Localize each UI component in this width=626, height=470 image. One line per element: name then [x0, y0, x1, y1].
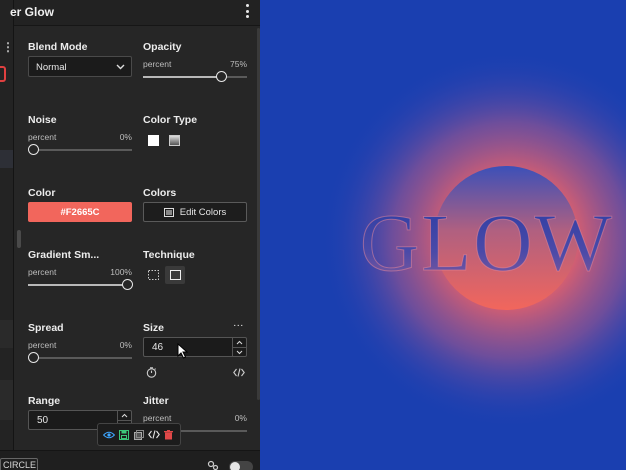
opacity-unit: percent [143, 59, 172, 69]
layers-strip: ⋮ [0, 0, 14, 470]
technique-precise-button[interactable] [165, 266, 185, 284]
technique-precise-icon [169, 270, 181, 280]
code-icon[interactable] [233, 368, 245, 377]
app-root: ⋮ er Glow Blend Mode Normal Opacity perc… [0, 0, 626, 470]
size-label: Size [143, 322, 165, 334]
floating-layer-toolbar [97, 423, 181, 446]
blend-mode-label: Blend Mode [28, 41, 88, 53]
solid-color-icon [147, 134, 159, 146]
strip-kebab-icon[interactable]: ⋮ [2, 40, 14, 54]
color-type-gradient-button[interactable] [165, 131, 183, 149]
gradient-smoothness-value: 100% [110, 267, 132, 277]
range-value: 50 [37, 415, 49, 426]
noise-unit: percent [28, 132, 57, 142]
noise-label: Noise [28, 114, 57, 126]
blend-mode-value: Normal [36, 62, 67, 73]
glow-artwork: GLOW [320, 50, 626, 430]
opacity-slider-thumb[interactable] [216, 71, 227, 82]
jitter-unit: percent [143, 413, 172, 423]
size-more-options-button[interactable]: ··· [233, 319, 244, 331]
strip-row[interactable] [0, 320, 13, 348]
color-hex-value: #F2665C [60, 206, 100, 218]
spread-value: 0% [119, 340, 132, 350]
strip-selected-row[interactable] [0, 150, 13, 168]
glow-text: GLOW [360, 197, 614, 288]
noise-slider[interactable] [28, 144, 132, 156]
color-hex-button[interactable]: #F2665C [28, 202, 132, 222]
settings-icon[interactable] [207, 460, 219, 470]
panel-title: er Glow [10, 5, 55, 19]
opacity-label: Opacity [143, 41, 182, 53]
size-input[interactable]: 46 [143, 337, 247, 357]
technique-softer-icon [147, 270, 159, 280]
color-type-solid-button[interactable] [144, 131, 162, 149]
save-icon [119, 429, 130, 440]
edit-colors-label: Edit Colors [179, 206, 227, 218]
spread-slider-thumb[interactable] [28, 352, 39, 363]
mouse-cursor-icon [177, 343, 189, 359]
edit-colors-button[interactable]: Edit Colors [143, 202, 247, 222]
colors-label: Colors [143, 187, 177, 199]
gradient-smoothness-slider[interactable] [28, 279, 133, 291]
panel-header: er Glow [10, 0, 260, 26]
strip-row[interactable] [0, 380, 13, 420]
circle-shape-button[interactable]: CIRCLE [0, 458, 38, 470]
bottom-bar [0, 450, 260, 470]
gradient-smoothness-slider-thumb[interactable] [122, 279, 133, 290]
size-decrement-button[interactable] [233, 347, 246, 356]
gradient-color-icon [168, 134, 180, 146]
save-button[interactable] [117, 428, 131, 442]
range-increment-button[interactable] [118, 411, 131, 420]
size-value: 46 [152, 342, 164, 353]
noise-slider-thumb[interactable] [28, 144, 39, 155]
preview-toggle[interactable] [229, 461, 253, 470]
spread-unit: percent [28, 340, 57, 350]
delete-icon [164, 429, 174, 439]
technique-softer-button[interactable] [143, 266, 163, 284]
chevron-down-icon [116, 64, 125, 70]
visibility-button[interactable] [102, 428, 116, 442]
spread-label: Spread [28, 322, 64, 334]
code-button[interactable] [147, 428, 161, 442]
color-type-label: Color Type [143, 114, 198, 126]
size-increment-button[interactable] [233, 338, 246, 347]
noise-value: 0% [119, 132, 132, 142]
gradient-smoothness-label: Gradient Sm... [28, 249, 100, 261]
blend-mode-select[interactable]: Normal [28, 56, 132, 77]
stopwatch-icon[interactable] [146, 367, 157, 378]
panel-resize-handle[interactable] [17, 230, 21, 248]
size-stepper [232, 338, 246, 356]
range-label: Range [28, 395, 61, 407]
gradient-smoothness-unit: percent [28, 267, 57, 277]
copy-icon [133, 429, 144, 440]
copy-button[interactable] [132, 428, 146, 442]
jitter-label: Jitter [143, 395, 169, 407]
layer-indicator-red [0, 66, 6, 82]
kebab-menu-icon[interactable] [246, 4, 250, 18]
opacity-value: 75% [229, 59, 247, 69]
color-label: Color [28, 187, 56, 199]
edit-colors-icon [163, 207, 174, 217]
jitter-slider[interactable] [180, 425, 247, 437]
eye-icon [103, 431, 116, 438]
jitter-value: 0% [234, 413, 247, 423]
opacity-slider[interactable] [143, 71, 247, 83]
code-icon [147, 430, 160, 439]
delete-button[interactable] [162, 428, 176, 442]
technique-label: Technique [143, 249, 195, 261]
canvas-preview[interactable]: GLOW [260, 0, 626, 470]
spread-slider[interactable] [28, 352, 132, 364]
